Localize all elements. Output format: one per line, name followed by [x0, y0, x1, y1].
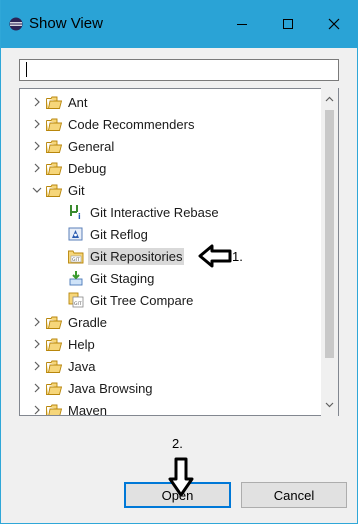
git-staging-icon: [68, 271, 84, 286]
tree-item-git[interactable]: Git: [30, 180, 87, 200]
eclipse-icon: [9, 17, 23, 31]
tree-item-maven[interactable]: Maven: [30, 400, 109, 416]
tree-item-java-browsing[interactable]: Java Browsing: [30, 378, 155, 398]
svg-text:i: i: [78, 212, 81, 220]
close-button[interactable]: [311, 0, 357, 48]
tree-item-label: Maven: [68, 402, 108, 416]
tree-item-git-tree-compare[interactable]: GIT Git Tree Compare: [66, 290, 195, 310]
annotation-arrow-down-icon: [168, 457, 194, 497]
folder-icon: [46, 337, 62, 351]
tree-item-code-recommenders[interactable]: Code Recommenders: [30, 114, 196, 134]
tree-item-label: Code Recommenders: [68, 116, 195, 132]
chevron-down-icon[interactable]: [30, 180, 44, 200]
folder-icon: [46, 381, 62, 395]
chevron-right-icon[interactable]: [30, 334, 44, 354]
folder-icon: [46, 359, 62, 373]
tree-item-general[interactable]: General: [30, 136, 116, 156]
scrollbar-thumb[interactable]: [325, 110, 334, 358]
folder-icon: [46, 139, 62, 153]
tree-item-label: Ant: [68, 94, 88, 110]
tree-item-label: Git Repositories: [88, 247, 185, 265]
folder-icon: [46, 403, 62, 415]
maximize-icon: [283, 19, 293, 29]
cancel-button[interactable]: Cancel: [241, 482, 347, 508]
view-tree[interactable]: Ant Code Recommenders General Debug Git: [19, 88, 339, 416]
chevron-right-icon[interactable]: [30, 158, 44, 178]
svg-text:GIT: GIT: [74, 301, 82, 307]
tree-item-ant[interactable]: Ant: [30, 92, 90, 112]
tree-item-git-interactive-rebase[interactable]: i Git Interactive Rebase: [66, 202, 221, 222]
tree-item-label: Git Staging: [90, 270, 155, 286]
git-rebase-icon: i: [68, 205, 84, 220]
svg-text:GIT: GIT: [72, 257, 80, 263]
title-bar: Show View: [1, 0, 358, 48]
tree-item-label: Java: [68, 358, 96, 374]
folder-icon: [46, 95, 62, 109]
chevron-right-icon[interactable]: [30, 378, 44, 398]
tree-item-label: Gradle: [68, 314, 108, 330]
chevron-right-icon[interactable]: [30, 92, 44, 112]
filter-input[interactable]: [19, 59, 339, 81]
tree-item-gradle[interactable]: Gradle: [30, 312, 109, 332]
folder-open-icon: [46, 183, 62, 197]
window-title: Show View: [29, 15, 103, 32]
tree-item-help[interactable]: Help: [30, 334, 97, 354]
text-caret: [26, 62, 27, 77]
maximize-button[interactable]: [265, 0, 311, 48]
scroll-up-icon[interactable]: [321, 92, 338, 106]
close-icon: [328, 18, 340, 30]
tree-item-git-staging[interactable]: Git Staging: [66, 268, 156, 288]
tree-item-label: Git Reflog: [90, 226, 148, 242]
tree-item-debug[interactable]: Debug: [30, 158, 108, 178]
git-reflog-icon: [68, 227, 84, 241]
tree-item-label: Git: [68, 182, 85, 198]
minimize-icon: [237, 24, 247, 25]
chevron-right-icon[interactable]: [30, 136, 44, 156]
tree-item-label: Help: [68, 336, 95, 352]
annotation-arrow-left-icon: [198, 244, 232, 268]
tree-item-label: General: [68, 138, 115, 154]
folder-icon: [46, 315, 62, 329]
git-tree-compare-icon: GIT: [68, 292, 84, 308]
chevron-right-icon[interactable]: [30, 400, 44, 415]
minimize-button[interactable]: [219, 0, 265, 48]
tree-scrollbar[interactable]: [321, 88, 338, 416]
tree-item-label: Git Interactive Rebase: [90, 204, 219, 220]
tree-item-label: Java Browsing: [68, 380, 153, 396]
chevron-right-icon[interactable]: [30, 114, 44, 134]
chevron-right-icon[interactable]: [30, 356, 44, 376]
tree-item-label: Debug: [68, 160, 107, 176]
tree-item-label: Git Tree Compare: [90, 292, 194, 308]
folder-icon: [46, 117, 62, 131]
tree-item-git-repositories[interactable]: GIT Git Repositories: [66, 246, 185, 266]
annotation-step-2: 2.: [172, 436, 183, 451]
tree-item-java[interactable]: Java: [30, 356, 97, 376]
scroll-down-icon[interactable]: [321, 398, 338, 412]
annotation-step-1: 1.: [232, 249, 243, 264]
chevron-right-icon[interactable]: [30, 312, 44, 332]
folder-icon: [46, 161, 62, 175]
show-view-dialog: Show View Ant Code Recommenders General …: [0, 0, 358, 524]
tree-item-git-reflog[interactable]: Git Reflog: [66, 224, 150, 244]
git-repositories-icon: GIT: [68, 249, 84, 264]
